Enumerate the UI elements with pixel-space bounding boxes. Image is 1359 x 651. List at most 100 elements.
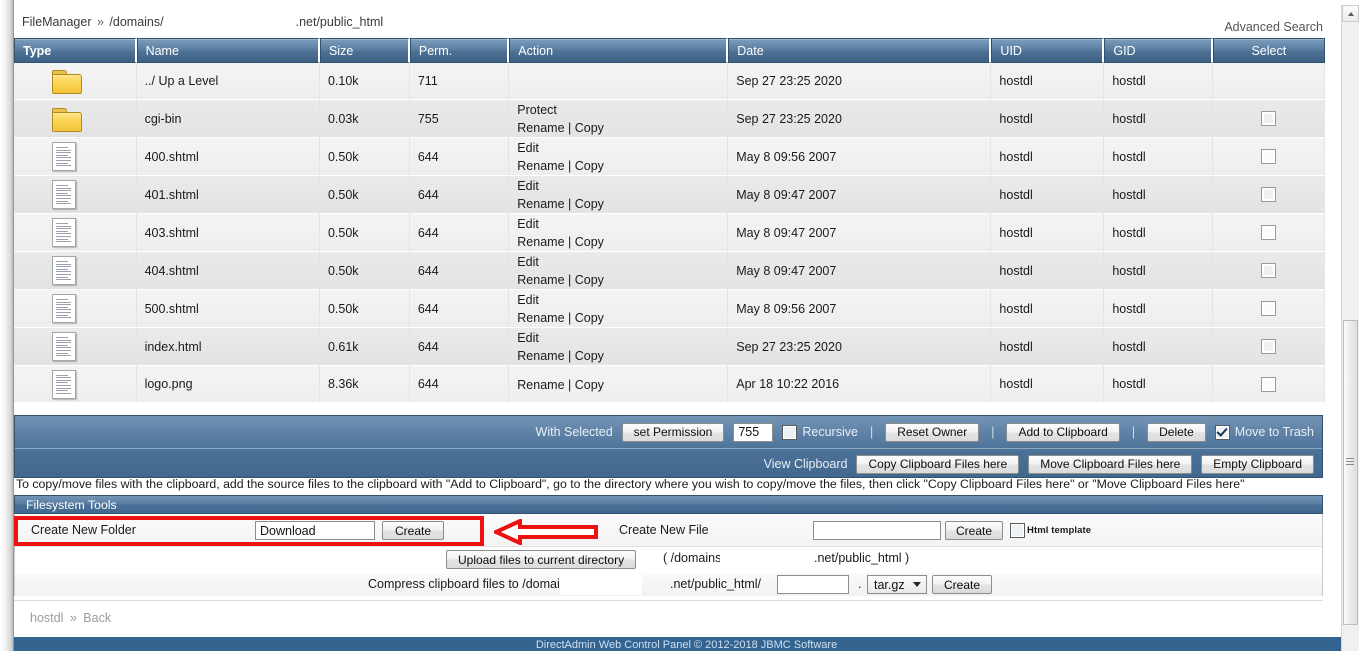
cell-type bbox=[14, 63, 137, 100]
scrollbar-thumb[interactable] bbox=[1343, 320, 1358, 625]
row-select-checkbox[interactable] bbox=[1260, 263, 1276, 279]
separator-pipe-2: | bbox=[991, 425, 995, 439]
cell-size: 0.50k bbox=[319, 176, 410, 214]
file-list-table: Type Name Size Perm. Action Date UID GID… bbox=[14, 38, 1325, 403]
view-clipboard-link[interactable]: View Clipboard bbox=[764, 457, 848, 471]
breadcrumb: FileManager » /domains/ .net/public_html bbox=[22, 15, 383, 29]
page-scrollbar[interactable] bbox=[1341, 5, 1359, 651]
create-new-file-button[interactable]: Create bbox=[945, 521, 1003, 540]
column-header-type[interactable]: Type bbox=[14, 38, 137, 63]
recursive-label: Recursive bbox=[802, 425, 858, 439]
cell-type bbox=[14, 100, 137, 138]
cell-name[interactable]: 403.shtml bbox=[136, 214, 320, 252]
table-row: 403.shtml 0.50k 644 Edit Rename | Copy May 8 … bbox=[14, 214, 1325, 252]
add-to-clipboard-button[interactable]: Add to Clipboard bbox=[1006, 422, 1120, 442]
row-select-checkbox[interactable] bbox=[1260, 187, 1276, 203]
table-row: 404.shtml 0.50k 644 Edit Rename | Copy May 8 … bbox=[14, 252, 1325, 290]
permission-input[interactable] bbox=[733, 422, 774, 442]
cell-select[interactable] bbox=[1212, 176, 1325, 214]
breadcrumb-path-suffix[interactable]: .net/public_html bbox=[296, 15, 384, 29]
cell-name[interactable]: logo.png bbox=[136, 366, 320, 403]
cell-select[interactable] bbox=[1212, 63, 1325, 100]
empty-clipboard-button[interactable]: Empty Clipboard bbox=[1201, 454, 1314, 474]
column-header-name[interactable]: Name bbox=[136, 38, 320, 63]
cell-select[interactable] bbox=[1212, 328, 1325, 366]
cell-name[interactable]: ../ Up a Level bbox=[136, 63, 320, 100]
compress-format-select[interactable]: tar.gz bbox=[867, 575, 927, 594]
cell-action[interactable]: Rename | Copy bbox=[509, 366, 729, 403]
cell-action[interactable]: Edit Rename | Copy bbox=[509, 328, 729, 366]
breadcrumb-app[interactable]: FileManager bbox=[22, 15, 91, 29]
cell-action[interactable]: Edit Rename | Copy bbox=[509, 214, 729, 252]
compress-create-button[interactable]: Create bbox=[932, 575, 992, 594]
cell-name[interactable]: 404.shtml bbox=[136, 252, 320, 290]
cell-select[interactable] bbox=[1212, 214, 1325, 252]
delete-button[interactable]: Delete bbox=[1147, 422, 1206, 442]
compress-name-input[interactable] bbox=[777, 575, 849, 594]
breadcrumb-path-prefix[interactable]: /domains/ bbox=[109, 15, 163, 29]
cell-action[interactable]: Edit Rename | Copy bbox=[509, 252, 729, 290]
recursive-checkbox[interactable] bbox=[782, 424, 798, 440]
recursive-checkbox-wrap[interactable]: Recursive bbox=[782, 424, 858, 440]
scroll-up-arrow-icon[interactable] bbox=[1342, 5, 1359, 22]
column-header-date[interactable]: Date bbox=[728, 38, 992, 63]
cell-name[interactable]: index.html bbox=[136, 328, 320, 366]
upload-path-redaction bbox=[720, 547, 810, 571]
cell-action[interactable] bbox=[509, 63, 729, 100]
with-selected-label: With Selected bbox=[535, 425, 613, 439]
move-to-trash-checkbox[interactable] bbox=[1214, 424, 1230, 440]
cell-name[interactable]: 401.shtml bbox=[136, 176, 320, 214]
row-select-checkbox[interactable] bbox=[1260, 301, 1276, 317]
cell-action[interactable]: Edit Rename | Copy bbox=[509, 138, 729, 176]
upload-files-button[interactable]: Upload files to current directory bbox=[446, 550, 637, 569]
footer-copyright: DirectAdmin Web Control Panel © 2012-201… bbox=[14, 637, 1359, 651]
cell-name[interactable]: 400.shtml bbox=[136, 138, 320, 176]
column-header-uid[interactable]: UID bbox=[991, 38, 1105, 63]
table-header-row: Type Name Size Perm. Action Date UID GID… bbox=[14, 38, 1325, 63]
clipboard-row: View Clipboard Copy Clipboard Files here… bbox=[15, 448, 1322, 479]
column-header-size[interactable]: Size bbox=[319, 38, 410, 63]
column-header-select[interactable]: Select bbox=[1212, 38, 1325, 63]
cell-perm: 644 bbox=[409, 176, 510, 214]
reset-owner-button[interactable]: Reset Owner bbox=[885, 422, 980, 442]
create-new-file-input[interactable] bbox=[813, 521, 941, 540]
row-select-checkbox[interactable] bbox=[1260, 149, 1276, 165]
cell-select[interactable] bbox=[1212, 366, 1325, 403]
cell-date: Sep 27 23:25 2020 bbox=[728, 100, 992, 138]
clipboard-help-note: To copy/move files with the clipboard, a… bbox=[16, 477, 1245, 491]
cell-select[interactable] bbox=[1212, 100, 1325, 138]
move-clipboard-files-here-button[interactable]: Move Clipboard Files here bbox=[1028, 454, 1193, 474]
cell-date: Apr 18 10:22 2016 bbox=[728, 366, 992, 403]
cell-select[interactable] bbox=[1212, 138, 1325, 176]
cell-action[interactable]: Edit Rename | Copy bbox=[509, 176, 729, 214]
row-select-checkbox[interactable] bbox=[1260, 376, 1276, 392]
footer-back-link[interactable]: Back bbox=[83, 611, 111, 625]
row-select-checkbox[interactable] bbox=[1260, 111, 1276, 127]
column-header-perm[interactable]: Perm. bbox=[409, 38, 510, 63]
cell-name[interactable]: cgi-bin bbox=[136, 100, 320, 138]
compress-label: Compress clipboard files to /domains/ bbox=[368, 577, 577, 591]
cell-action[interactable]: Protect Rename | Copy bbox=[509, 100, 729, 138]
cell-name[interactable]: 500.shtml bbox=[136, 290, 320, 328]
cell-size: 0.50k bbox=[319, 252, 410, 290]
upload-path-suffix: .net/public_html ) bbox=[814, 551, 910, 565]
cell-uid: hostdl bbox=[991, 252, 1105, 290]
file-icon bbox=[52, 142, 76, 171]
cell-gid: hostdl bbox=[1104, 214, 1213, 252]
set-permission-button[interactable]: set Permission bbox=[621, 422, 725, 442]
row-select-checkbox[interactable] bbox=[1260, 339, 1276, 355]
breadcrumb-separator: » bbox=[96, 15, 104, 29]
folder-icon bbox=[52, 107, 82, 132]
advanced-search-link[interactable]: Advanced Search bbox=[1224, 20, 1323, 34]
row-select-checkbox[interactable] bbox=[1260, 225, 1276, 241]
cell-select[interactable] bbox=[1212, 252, 1325, 290]
move-to-trash-checkbox-wrap[interactable]: Move to Trash bbox=[1214, 424, 1314, 440]
cell-action[interactable]: Edit Rename | Copy bbox=[509, 290, 729, 328]
compress-path-suffix: .net/public_html/ bbox=[670, 577, 762, 591]
copy-clipboard-files-here-button[interactable]: Copy Clipboard Files here bbox=[856, 454, 1020, 474]
cell-select[interactable] bbox=[1212, 290, 1325, 328]
html-template-checkbox[interactable] bbox=[1010, 523, 1025, 538]
action-secondary: Rename | Copy bbox=[517, 377, 604, 392]
action-primary: Edit bbox=[517, 293, 539, 307]
column-header-gid[interactable]: GID bbox=[1104, 38, 1213, 63]
